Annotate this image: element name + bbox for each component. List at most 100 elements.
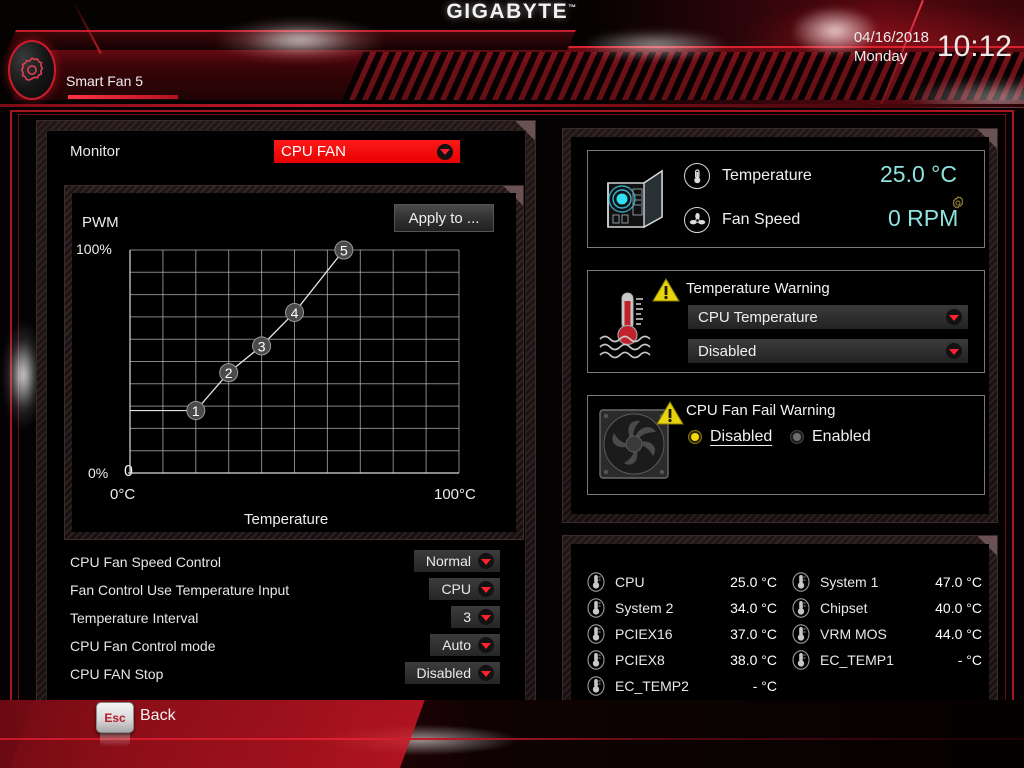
- thermometer-icon: [587, 650, 605, 670]
- sensor-name: VRM MOS: [820, 626, 887, 642]
- radio-unselected-icon[interactable]: [790, 430, 804, 444]
- fan-fail-enabled-label: Enabled: [812, 428, 871, 445]
- esc-key-reflection: [100, 733, 130, 747]
- chevron-down-icon[interactable]: [946, 343, 962, 359]
- chevron-down-icon[interactable]: [478, 665, 494, 681]
- setting-value-select[interactable]: 3: [451, 606, 500, 628]
- setting-value-select[interactable]: Normal: [413, 550, 500, 572]
- thermometer-icon: [587, 572, 605, 592]
- sensor-reading: CPU 25.0 °C: [587, 572, 777, 592]
- temperature-row: Temperature: [684, 163, 812, 189]
- sensor-value: 37.0 °C: [730, 626, 777, 642]
- fan-speed-row: Fan Speed: [684, 207, 800, 233]
- thermometer-icon: [792, 624, 810, 644]
- sensor-reading: VRM MOS 44.0 °C: [792, 624, 982, 644]
- setting-row: CPU FAN Stop Disabled: [70, 660, 500, 688]
- thermometer-icon: [587, 598, 605, 618]
- sensor-reading: EC_TEMP1 - °C: [792, 650, 982, 670]
- setting-value-text: Normal: [425, 553, 471, 569]
- curve-point-label: 3: [258, 338, 266, 354]
- setting-value-select[interactable]: CPU: [429, 578, 500, 600]
- setting-value-select[interactable]: Disabled: [404, 662, 500, 684]
- setting-value-text: CPU: [441, 581, 471, 597]
- temperature-warning-state-value: Disabled: [698, 342, 757, 360]
- thermometer-icon: [587, 676, 605, 696]
- curve-point-label: 5: [340, 243, 348, 259]
- monitor-status-panel: Temperature 25.0 °C Fan Speed 0 RPM Temp…: [562, 128, 998, 523]
- esc-key[interactable]: Esc: [96, 702, 134, 733]
- sensor-value: - °C: [752, 678, 777, 694]
- sensor-readings-body: CPU 25.0 °C System 1 47.0 °C System 2 34.0 °C…: [571, 544, 989, 711]
- fan-icon: [684, 207, 710, 233]
- sensor-name: EC_TEMP2: [615, 678, 689, 694]
- setting-value-select[interactable]: Auto: [430, 634, 500, 656]
- chevron-down-icon[interactable]: [478, 637, 494, 653]
- setting-row: Fan Control Use Temperature Input CPU: [70, 576, 500, 604]
- sensor-name: PCIEX16: [615, 626, 673, 642]
- sensor-readings-panel: CPU 25.0 °C System 1 47.0 °C System 2 34.0 °C…: [562, 535, 998, 720]
- warning-triangle-icon: [652, 278, 680, 302]
- setting-value-text: Auto: [442, 637, 471, 653]
- bios-screen: GIGABYTE™ 04/16/2018 Monday 10:12 Smart …: [0, 0, 1024, 768]
- fan-speed-value: 0 RPM: [888, 205, 959, 231]
- sensor-name: CPU: [615, 574, 645, 590]
- temperature-warning-box: Temperature Warning CPU Temperature Disa…: [587, 270, 985, 373]
- chevron-down-icon[interactable]: [946, 309, 962, 325]
- sensor-name: Chipset: [820, 600, 868, 616]
- curve-point-label: 2: [225, 365, 233, 381]
- thermometer-icon: [792, 650, 810, 670]
- current-readings-box: Temperature 25.0 °C Fan Speed 0 RPM: [587, 150, 985, 248]
- temperature-warning-title: Temperature Warning: [686, 280, 830, 297]
- sensor-value: 47.0 °C: [935, 574, 982, 590]
- setting-value-text: Disabled: [416, 665, 471, 681]
- thermometer-icon: [684, 163, 710, 189]
- monitor-status-body: Temperature 25.0 °C Fan Speed 0 RPM Temp…: [571, 137, 989, 514]
- thermometer-icon: [587, 624, 605, 644]
- curve-point-label: 1: [192, 403, 200, 419]
- setting-row: CPU Fan Speed Control Normal: [70, 548, 500, 576]
- radio-selected-icon[interactable]: [688, 430, 702, 444]
- fan-glyph: [689, 212, 705, 224]
- warning-triangle-icon: [656, 401, 684, 425]
- sensor-value: 38.0 °C: [730, 652, 777, 668]
- pc-case-icon: [607, 169, 663, 229]
- sensor-reading: EC_TEMP2 - °C: [587, 676, 777, 696]
- sensor-reading: PCIEX8 38.0 °C: [587, 650, 777, 670]
- fan-fail-disabled-option[interactable]: Disabled: [688, 428, 772, 446]
- temperature-label: Temperature: [722, 167, 812, 184]
- footer-accent-line: [0, 738, 1024, 740]
- sensor-reading: Chipset 40.0 °C: [792, 598, 982, 618]
- sensor-name: System 2: [615, 600, 674, 616]
- thermometer-icon: [792, 598, 810, 618]
- sensor-name: PCIEX8: [615, 652, 665, 668]
- chevron-down-icon[interactable]: [478, 553, 494, 569]
- footer-red-wedge: [10, 700, 425, 768]
- curve-point-label: 4: [291, 305, 299, 321]
- fan-fail-warning-title: CPU Fan Fail Warning: [686, 402, 836, 419]
- fan-settings-list: CPU Fan Speed Control Normal Fan Control U…: [70, 548, 500, 688]
- sensor-reading: System 2 34.0 °C: [587, 598, 777, 618]
- thermometer-glyph: [693, 168, 700, 183]
- sensor-value: 44.0 °C: [935, 626, 982, 642]
- temperature-warning-state-select[interactable]: Disabled: [688, 339, 968, 363]
- fan-curve-line: [195, 249, 345, 411]
- fan-fail-enabled-option[interactable]: Enabled: [790, 428, 871, 446]
- temperature-warning-source-value: CPU Temperature: [698, 308, 818, 326]
- sensor-name: System 1: [820, 574, 879, 590]
- gear-icon[interactable]: [950, 195, 966, 211]
- sensor-value: 34.0 °C: [730, 600, 777, 616]
- sensor-value: 40.0 °C: [935, 600, 982, 616]
- setting-label: Temperature Interval: [70, 610, 199, 626]
- chevron-down-icon[interactable]: [478, 609, 494, 625]
- chevron-down-icon[interactable]: [478, 581, 494, 597]
- temperature-warning-source-select[interactable]: CPU Temperature: [688, 305, 968, 329]
- sensor-reading: System 1 47.0 °C: [792, 572, 982, 592]
- sensor-reading: PCIEX16 37.0 °C: [587, 624, 777, 644]
- setting-row: Temperature Interval 3: [70, 604, 500, 632]
- setting-value-text: 3: [463, 609, 471, 625]
- fan-fail-warning-box: CPU Fan Fail Warning Disabled Enabled: [587, 395, 985, 495]
- setting-label: CPU Fan Control mode: [70, 638, 216, 654]
- thermometer-icon: [792, 572, 810, 592]
- back-button-label[interactable]: Back: [140, 707, 176, 725]
- fan-speed-label: Fan Speed: [722, 211, 801, 228]
